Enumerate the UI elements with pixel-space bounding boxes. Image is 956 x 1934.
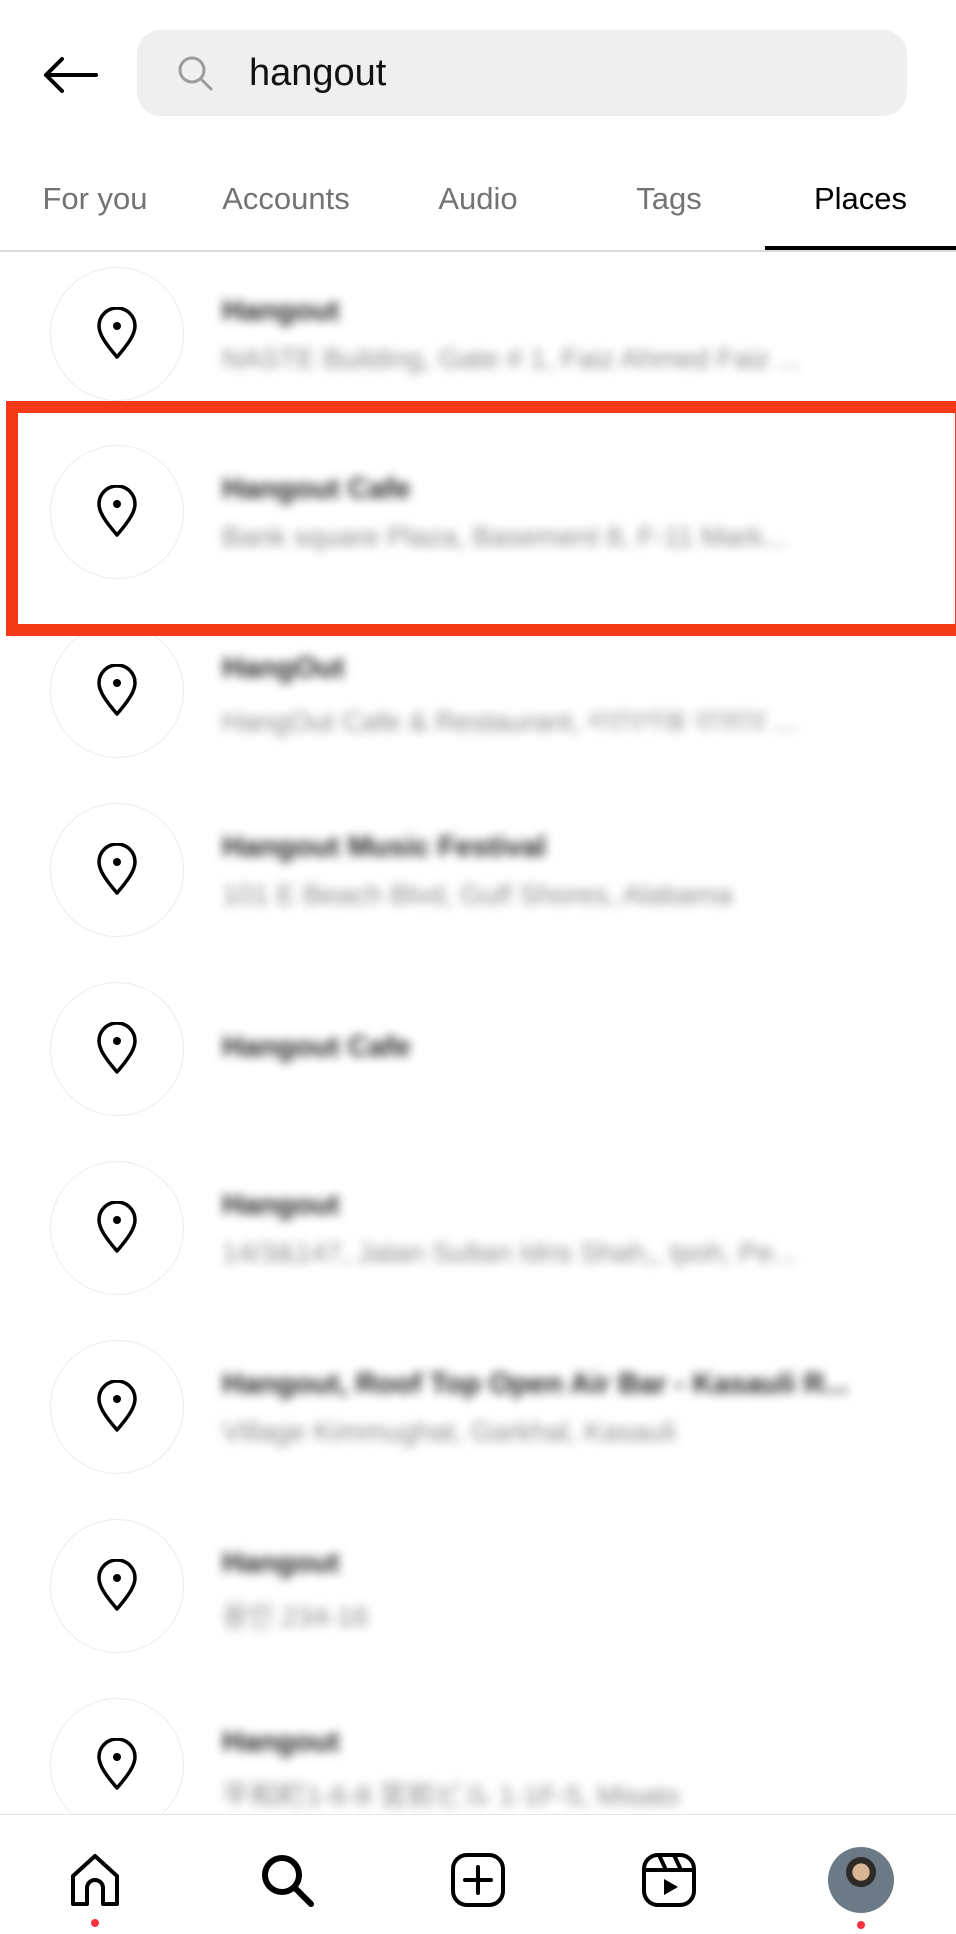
place-title: Hangout: [222, 1547, 340, 1579]
place-address: 平和町1-6-8 宮前ビル 1-1F-5, Misato: [222, 1780, 680, 1811]
list-item[interactable]: Hangout NASTE Building, Gate # 1, Faiz A…: [0, 250, 956, 420]
location-pin-icon: [50, 803, 184, 937]
place-title: Hangout Cafe: [222, 473, 411, 505]
back-button[interactable]: [30, 40, 110, 110]
search-bar[interactable]: [137, 30, 907, 116]
list-item[interactable]: Hangout 용인 234-16: [0, 1502, 956, 1672]
magnifier-icon: [175, 53, 215, 93]
arrow-left-icon: [44, 57, 98, 93]
place-title: Hangout: [222, 1189, 340, 1221]
list-item[interactable]: Hangout, Roof Top Open Air Bar - Kasauli…: [0, 1323, 956, 1493]
list-item[interactable]: Hangout Cafe Bank square Plaza, Basement…: [0, 428, 956, 598]
home-icon: [71, 1854, 119, 1906]
place-address: NASTE Building, Gate # 1, Faiz Ahmed Fai…: [222, 343, 801, 374]
location-pin-icon: [50, 445, 184, 579]
place-address: Bank square Plaza, Basement 8, F-11 Mark…: [222, 521, 787, 552]
location-pin-icon: [50, 1161, 184, 1295]
place-title: Hangout, Roof Top Open Air Bar - Kasauli…: [222, 1368, 849, 1400]
place-address: Village Kimmughat, Garkhal, Kasauli: [222, 1416, 676, 1447]
search-icon: [262, 1855, 314, 1907]
list-item[interactable]: Hangout Cafe: [0, 965, 956, 1135]
location-pin-icon: [50, 1519, 184, 1653]
location-pin-icon: [50, 982, 184, 1116]
place-address: HangOut Cafe & Restaurant, নবাবগঞ্জ বাজা…: [222, 706, 798, 737]
tab-tags[interactable]: Tags: [574, 150, 764, 248]
top-bar: [0, 0, 956, 150]
bottom-nav: [0, 1814, 956, 1934]
place-address: 용인 234-16: [222, 1601, 369, 1632]
location-pin-icon: [50, 1340, 184, 1474]
location-pin-icon: [50, 267, 184, 401]
list-item[interactable]: HangOut HangOut Cafe & Restaurant, নবাবগ…: [0, 607, 956, 777]
place-address: 101 E Beach Blvd, Gulf Shores, Alabama: [222, 879, 733, 910]
location-pin-icon: [50, 624, 184, 758]
nav-profile-button[interactable]: [826, 1845, 896, 1915]
location-pin-icon: [50, 1698, 184, 1832]
avatar: [828, 1847, 894, 1913]
plus-square-icon: [451, 1853, 505, 1907]
list-item[interactable]: Hangout 14/3&147, Jalan Sultan Idris Sha…: [0, 1144, 956, 1314]
tab-places[interactable]: Places: [765, 150, 956, 250]
place-title: Hangout: [222, 295, 340, 327]
list-item[interactable]: Hangout Music Festival 101 E Beach Blvd,…: [0, 786, 956, 956]
tab-audio[interactable]: Audio: [382, 150, 574, 248]
tab-for-you[interactable]: For you: [0, 150, 190, 248]
place-title: Hangout Cafe: [222, 1031, 411, 1063]
place-title: HangOut: [222, 652, 345, 684]
home-notification-dot: [91, 1919, 99, 1927]
profile-notification-dot: [857, 1921, 865, 1929]
nav-create-button[interactable]: [443, 1845, 513, 1915]
nav-reels-button[interactable]: [634, 1845, 704, 1915]
nav-home-button[interactable]: [60, 1845, 130, 1915]
reels-icon: [642, 1853, 696, 1907]
place-title: Hangout Music Festival: [222, 831, 546, 863]
search-tabs: For you Accounts Audio Tags Places: [0, 150, 956, 252]
nav-search-button[interactable]: [252, 1845, 322, 1915]
search-input[interactable]: [247, 50, 851, 96]
place-title: Hangout: [222, 1726, 340, 1758]
tab-accounts[interactable]: Accounts: [190, 150, 382, 248]
place-address: 14/3&147, Jalan Sultan Idris Shah,, Ipoh…: [222, 1237, 797, 1268]
